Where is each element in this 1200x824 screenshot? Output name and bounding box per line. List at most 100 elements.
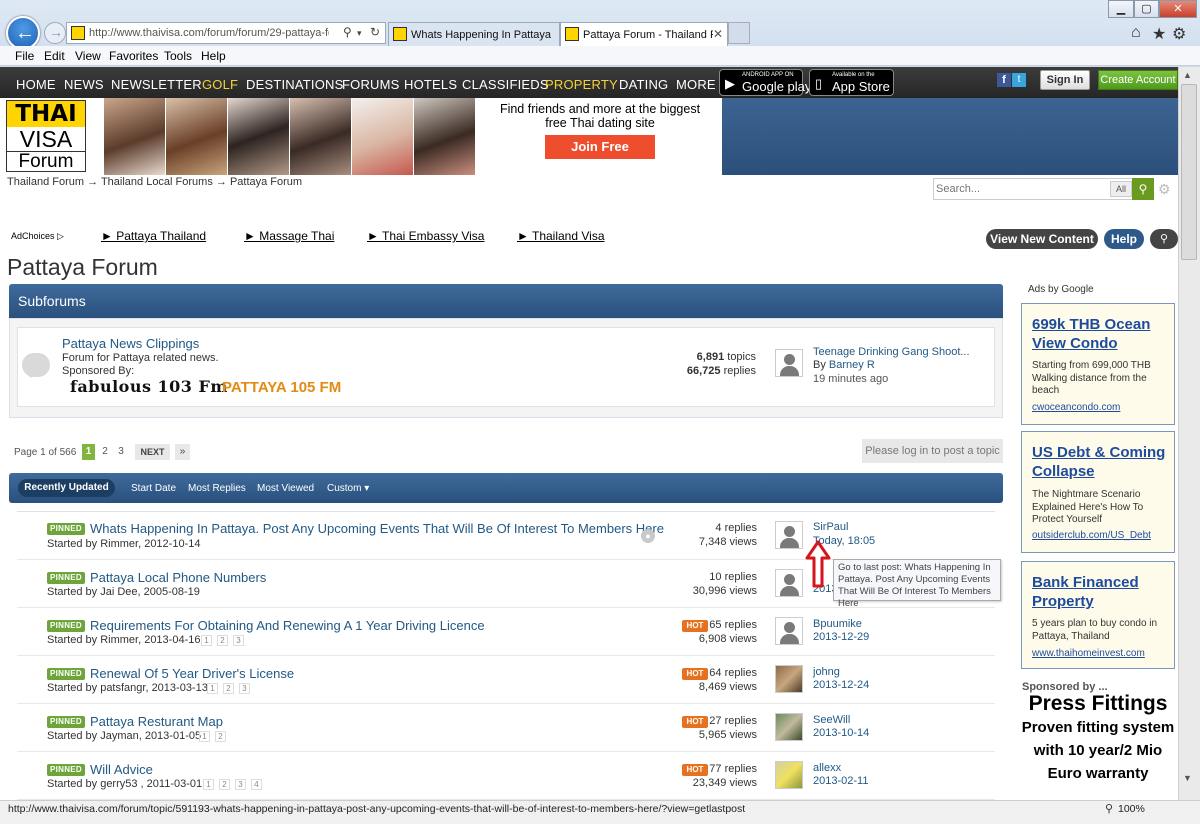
topic-page-link[interactable]: 1 (199, 731, 210, 742)
avatar[interactable] (775, 665, 803, 693)
nav-more[interactable]: MORE (676, 77, 716, 92)
adchoices-label[interactable]: AdChoices ▷ (11, 231, 64, 242)
tab-whats-happening[interactable]: Whats Happening In Pattaya. P... (388, 22, 560, 46)
ad-photo[interactable] (166, 98, 228, 175)
sidebar-ad-url[interactable]: cwoceancondo.com (1032, 402, 1120, 413)
sidebar-ad-url[interactable]: www.thaihomeinvest.com (1032, 648, 1145, 659)
nav-dating[interactable]: DATING (619, 77, 668, 92)
help-button[interactable]: Help (1104, 229, 1144, 249)
subforum-last-post-title[interactable]: Teenage Drinking Gang Shoot... (813, 346, 970, 358)
settings-gear-icon[interactable]: ⚙ (1172, 24, 1186, 44)
nav-hotels[interactable]: HOTELS (404, 77, 457, 92)
nav-property[interactable]: PROPERTY (545, 77, 618, 92)
ad-photo[interactable] (290, 98, 352, 175)
sign-in-button[interactable]: Sign In (1040, 70, 1090, 90)
address-bar[interactable]: http://www.thaivisa.com/forum/forum/29-p… (66, 22, 386, 44)
ad-link-thai-embassy-visa[interactable]: ► Thai Embassy Visa (367, 229, 484, 243)
sort-most-replies[interactable]: Most Replies (188, 483, 246, 494)
search-icon[interactable]: ⚲ (1132, 178, 1154, 200)
ads-by-google-label[interactable]: Ads by Google (1028, 284, 1094, 295)
tab-pattaya-forum[interactable]: Pattaya Forum - Thailand F... ✕ (560, 22, 728, 47)
menu-favorites[interactable]: Favorites (109, 49, 158, 63)
topic-title[interactable]: Pattaya Resturant Map (90, 714, 223, 729)
page-link[interactable]: 2 (100, 444, 110, 460)
avatar[interactable] (775, 617, 803, 645)
avatar[interactable] (775, 521, 803, 549)
facebook-icon[interactable]: f (997, 73, 1011, 87)
ad-photo[interactable] (352, 98, 414, 175)
nav-forums[interactable]: FORUMS (342, 77, 400, 92)
last-poster[interactable]: SirPaul (813, 521, 848, 533)
avatar[interactable] (775, 713, 803, 741)
next-page-button[interactable]: NEXT (135, 444, 170, 460)
last-poster[interactable]: Bpuumike (813, 618, 862, 630)
dropdown-icon[interactable]: ▾ (357, 28, 362, 39)
sidebar-ad[interactable]: 699k THB Ocean View Condo Starting from … (1021, 303, 1175, 425)
sort-recently-updated[interactable]: Recently Updated (18, 479, 115, 497)
last-poster[interactable]: allexx (813, 762, 841, 774)
topic-page-link[interactable]: 1 (207, 683, 218, 694)
mark-read-icon[interactable]: ● (641, 529, 655, 543)
join-free-button[interactable]: Join Free (545, 135, 655, 159)
ad-photo[interactable] (228, 98, 290, 175)
create-account-button[interactable]: Create Account (1098, 70, 1178, 90)
topic-title[interactable]: Pattaya Local Phone Numbers (90, 570, 266, 585)
menu-help[interactable]: Help (201, 49, 226, 63)
sort-start-date[interactable]: Start Date (131, 483, 176, 494)
ad-link-thailand-visa[interactable]: ► Thailand Visa (517, 229, 605, 243)
favorites-star-icon[interactable]: ★ (1152, 24, 1166, 44)
topic-title[interactable]: Will Advice (90, 762, 153, 777)
last-post-date[interactable]: 2013-12-29 (813, 631, 869, 643)
avatar[interactable] (775, 761, 803, 789)
minimize-button[interactable]: ▁ (1108, 0, 1134, 18)
nav-home[interactable]: HOME (16, 77, 56, 92)
topic-page-link[interactable]: 2 (217, 635, 228, 646)
scroll-up-icon[interactable]: ▲ (1183, 70, 1192, 80)
view-new-content-button[interactable]: View New Content (986, 229, 1098, 249)
sidebar-ad-title[interactable]: 699k THB Ocean View Condo (1032, 315, 1172, 353)
topic-page-link[interactable]: 3 (233, 635, 244, 646)
menu-tools[interactable]: Tools (164, 49, 192, 63)
ad-link-pattaya-thailand[interactable]: ► Pattaya Thailand (101, 229, 206, 243)
topic-title[interactable]: Whats Happening In Pattaya. Post Any Upc… (90, 521, 664, 536)
back-button[interactable]: ← (6, 16, 40, 50)
twitter-icon[interactable]: t (1012, 73, 1026, 87)
sponsor-pattaya-fm-logo[interactable]: PATTAYA 105 FM (222, 379, 341, 396)
menu-edit[interactable]: Edit (44, 49, 65, 63)
forward-button[interactable]: → (44, 22, 66, 44)
login-to-post-button[interactable]: Please log in to post a topic (862, 439, 1003, 463)
ad-photo[interactable] (104, 98, 166, 175)
zoom-level[interactable]: 100% (1118, 803, 1145, 815)
window-close-button[interactable]: ✕ (1159, 0, 1197, 18)
sponsor-fabulous-logo[interactable]: fabulous 103 Fm (70, 377, 228, 396)
topic-page-link[interactable]: 3 (239, 683, 250, 694)
topic-title[interactable]: Requirements For Obtaining And Renewing … (90, 618, 485, 633)
press-fittings-ad-title[interactable]: Press Fittings (1021, 692, 1175, 716)
location-pin-icon[interactable]: ⚲ (1150, 229, 1178, 249)
topic-page-link[interactable]: 4 (251, 779, 262, 790)
refresh-icon[interactable]: ↻ (370, 25, 380, 39)
last-post-date[interactable]: 2013-02-11 (813, 775, 868, 787)
scroll-down-icon[interactable]: ▼ (1183, 773, 1192, 783)
topic-page-link[interactable]: 2 (223, 683, 234, 694)
last-post-date[interactable]: 2013-10-14 (813, 727, 869, 739)
scrollbar-thumb[interactable] (1181, 84, 1197, 260)
app-store-badge[interactable]: ▯ Available on the App Store (809, 69, 894, 96)
maximize-button[interactable]: ▢ (1134, 0, 1159, 18)
topic-page-link[interactable]: 3 (235, 779, 246, 790)
nav-classifieds[interactable]: CLASSIFIEDS (462, 77, 549, 92)
search-scope[interactable]: All (1110, 181, 1132, 197)
topic-title[interactable]: Renewal Of 5 Year Driver's License (90, 666, 294, 681)
last-page-button[interactable]: » (175, 444, 190, 460)
topic-page-link[interactable]: 1 (203, 779, 214, 790)
search-options-gear-icon[interactable]: ⚙ (1158, 181, 1171, 198)
new-tab-button[interactable] (728, 22, 750, 44)
sidebar-ad-title[interactable]: Bank Financed Property (1032, 573, 1172, 611)
last-post-date[interactable]: 2013-12-24 (813, 679, 869, 691)
press-fittings-ad-body[interactable]: Proven fitting system with 10 year/2 Mio… (1021, 716, 1175, 800)
menu-view[interactable]: View (75, 49, 101, 63)
close-tab-icon[interactable]: ✕ (713, 27, 723, 41)
ad-photo[interactable] (414, 98, 476, 175)
topic-page-link[interactable]: 1 (201, 635, 212, 646)
nav-destinations[interactable]: DESTINATIONS (246, 77, 344, 92)
